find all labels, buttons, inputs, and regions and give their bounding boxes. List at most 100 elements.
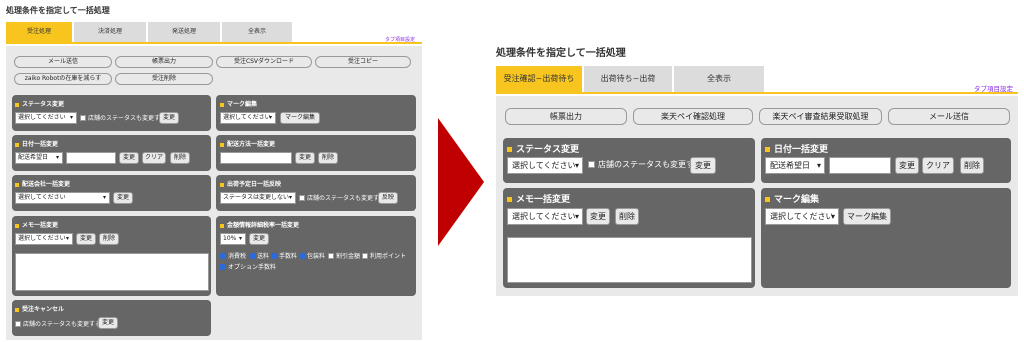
ship-date-title: 出荷予定日一括反映: [220, 179, 281, 188]
delivery-company-value: 選択してください: [18, 194, 66, 201]
checkbox-box[interactable]: [220, 252, 226, 259]
page-title: 処理条件を指定して一括処理: [496, 48, 626, 59]
checkbox-label: 店舗のステータスも変更する: [307, 195, 386, 202]
tab-all[interactable]: 全表示: [674, 66, 766, 92]
memo-select[interactable]: 選択してください ▾: [15, 233, 73, 245]
chevron-down-icon: ▾: [238, 235, 242, 242]
memo-change-button[interactable]: 変更: [76, 233, 96, 245]
checkbox-box[interactable]: [220, 263, 226, 270]
tab-payment[interactable]: 決済処理: [74, 22, 148, 42]
zaiko-robot-stock-button[interactable]: zaiko Robotの在庫を減らす: [14, 73, 112, 85]
mail-send-button[interactable]: メール送信: [888, 108, 1010, 125]
status-change-title: ステータス変更: [15, 99, 64, 108]
tax-rate-change-button[interactable]: 変更: [249, 233, 269, 245]
delivery-company-select[interactable]: 選択してください ▾: [15, 192, 110, 204]
date-clear-button[interactable]: クリア: [922, 157, 954, 174]
tab-shipping[interactable]: 発送処理: [148, 22, 222, 42]
checkbox-box[interactable]: [271, 252, 277, 259]
tax-rate-value: 10%: [223, 235, 237, 242]
tax-check-discount[interactable]: 割引金額: [328, 251, 360, 260]
checkbox-label: 利用ポイント: [370, 253, 407, 260]
memo-change-title: メモ一括変更: [15, 220, 58, 229]
delivery-company-title: 配送会社一括変更: [15, 179, 70, 188]
chevron-down-icon: ▾: [830, 212, 835, 221]
rakuten-pay-confirm-button[interactable]: 楽天ペイ確認処理: [633, 108, 753, 125]
chevron-down-icon: ▾: [574, 161, 579, 170]
cancel-store-checkbox[interactable]: 店舗のステータスも変更する: [15, 319, 101, 328]
status-store-checkbox[interactable]: 店舗のステータスも変更する: [80, 113, 166, 122]
checkbox-box[interactable]: [588, 161, 595, 168]
mark-select[interactable]: 選択してください ▾: [765, 208, 839, 225]
cancel-change-button[interactable]: 変更: [98, 317, 118, 329]
date-clear-button[interactable]: クリア: [142, 152, 166, 164]
tax-check-shipping[interactable]: 送料: [249, 251, 269, 260]
tax-check-fee[interactable]: 手数料: [271, 251, 297, 260]
chevron-down-icon: ▾: [816, 161, 821, 170]
tax-check-wrapping[interactable]: 包装料: [299, 251, 325, 260]
checkbox-label: 手数料: [279, 253, 298, 260]
checkbox-box[interactable]: [299, 252, 305, 259]
status-select[interactable]: 選択してください ▾: [507, 157, 583, 174]
date-type-select[interactable]: 配送希望日 ▾: [765, 157, 825, 174]
delivery-method-input[interactable]: [220, 152, 292, 164]
chevron-down-icon: ▾: [574, 212, 579, 221]
checkbox-box[interactable]: [249, 252, 255, 259]
chevron-down-icon: ▾: [288, 194, 292, 201]
form-output-button[interactable]: 帳票出力: [115, 56, 213, 68]
tab-awaiting-shipment[interactable]: 出荷待ち~出荷: [584, 66, 674, 92]
ship-date-store-checkbox[interactable]: 店舗のステータスも変更する: [299, 193, 385, 202]
mark-select[interactable]: 選択してください ▾: [220, 112, 276, 124]
memo-select-value: 選択してください: [18, 235, 66, 242]
checkbox-box[interactable]: [80, 114, 86, 121]
memo-delete-button[interactable]: 削除: [99, 233, 119, 245]
status-select[interactable]: 選択してください ▾: [15, 112, 77, 124]
mark-edit-title: マーク編集: [765, 192, 819, 205]
mark-edit-button[interactable]: マーク編集: [843, 208, 891, 225]
date-delete-button[interactable]: 削除: [960, 157, 984, 174]
tax-check-option-fee[interactable]: オプション手数料: [220, 262, 276, 271]
rakuten-pay-review-button[interactable]: 楽天ペイ審査結果受取処理: [759, 108, 882, 125]
chevron-down-icon: ▾: [65, 235, 69, 242]
date-change-button[interactable]: 変更: [895, 157, 919, 174]
memo-delete-button[interactable]: 削除: [615, 208, 639, 225]
checkbox-box[interactable]: [15, 320, 21, 327]
delivery-method-delete-button[interactable]: 削除: [318, 152, 338, 164]
order-csv-download-button[interactable]: 受注CSVダウンロード: [216, 56, 312, 68]
tax-rate-title: 金額情報詳細税率一括変更: [220, 220, 299, 229]
memo-textarea[interactable]: [507, 237, 752, 283]
status-store-checkbox[interactable]: 店舗のステータスも変更する: [588, 159, 702, 170]
memo-select[interactable]: 選択してください ▾: [507, 208, 583, 225]
ship-date-select[interactable]: ステータスは変更しない ▾: [220, 192, 296, 204]
date-delete-button[interactable]: 削除: [170, 152, 190, 164]
date-type-select[interactable]: 配送希望日 ▾: [15, 152, 63, 164]
status-change-button[interactable]: 変更: [159, 112, 179, 124]
delivery-method-title: 配送方法一括変更: [220, 139, 275, 148]
memo-textarea[interactable]: [15, 253, 209, 291]
tax-check-points[interactable]: 利用ポイント: [362, 251, 406, 260]
checkbox-label: 店舗のステータスも変更する: [88, 115, 167, 122]
checkbox-box[interactable]: [299, 194, 305, 201]
order-copy-button[interactable]: 受注コピー: [315, 56, 411, 68]
status-change-button[interactable]: 変更: [690, 157, 716, 174]
tax-rate-select[interactable]: 10% ▾: [220, 233, 246, 245]
checkbox-box[interactable]: [362, 252, 368, 259]
ship-date-apply-button[interactable]: 反映: [378, 192, 398, 204]
date-input[interactable]: [829, 157, 891, 174]
delivery-method-change-button[interactable]: 変更: [295, 152, 315, 164]
tax-check-consumption[interactable]: 消費税: [220, 251, 246, 260]
date-change-button[interactable]: 変更: [119, 152, 139, 164]
tab-underline: [496, 92, 1018, 94]
tab-all[interactable]: 全表示: [222, 22, 294, 42]
checkbox-box[interactable]: [328, 252, 334, 259]
memo-change-button[interactable]: 変更: [586, 208, 610, 225]
checkbox-label: 店舗のステータスも変更する: [598, 160, 702, 169]
form-output-button[interactable]: 帳票出力: [505, 108, 627, 125]
mark-edit-title: マーク編集: [220, 99, 257, 108]
delivery-company-change-button[interactable]: 変更: [113, 192, 133, 204]
mail-send-button[interactable]: メール送信: [14, 56, 112, 68]
tab-order-confirm[interactable]: 受注確認~出荷待ち: [496, 66, 584, 92]
tab-order[interactable]: 受注処理: [6, 22, 74, 42]
order-delete-button[interactable]: 受注削除: [115, 73, 213, 85]
mark-edit-button[interactable]: マーク編集: [280, 112, 320, 124]
date-input[interactable]: [66, 152, 116, 164]
